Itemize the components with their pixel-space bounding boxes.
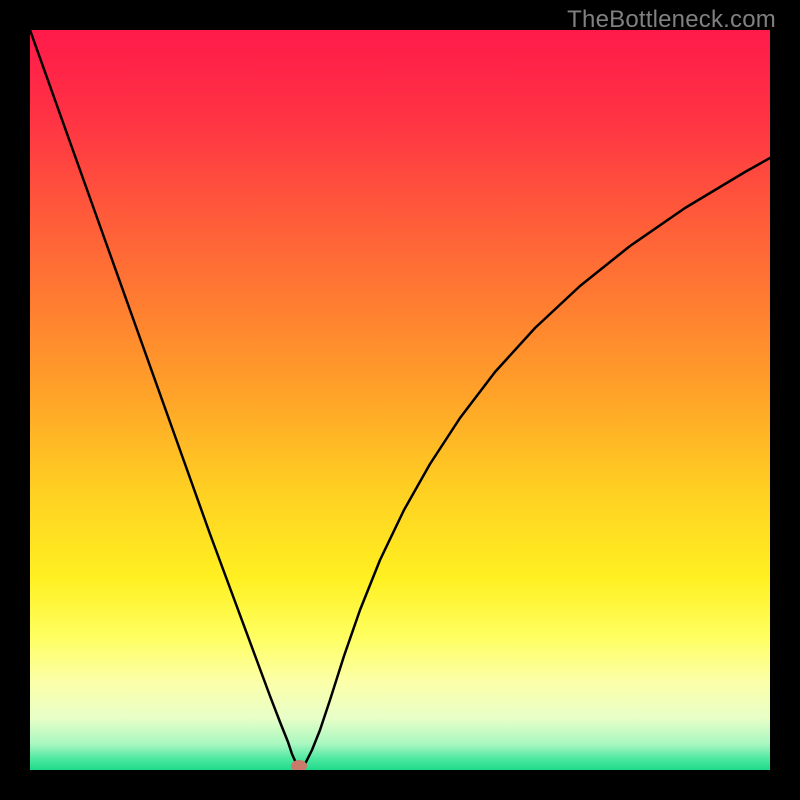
chart-svg bbox=[30, 30, 770, 770]
gradient-background bbox=[30, 30, 770, 770]
watermark-text: TheBottleneck.com bbox=[567, 6, 776, 34]
chart-plot-area bbox=[30, 30, 770, 770]
